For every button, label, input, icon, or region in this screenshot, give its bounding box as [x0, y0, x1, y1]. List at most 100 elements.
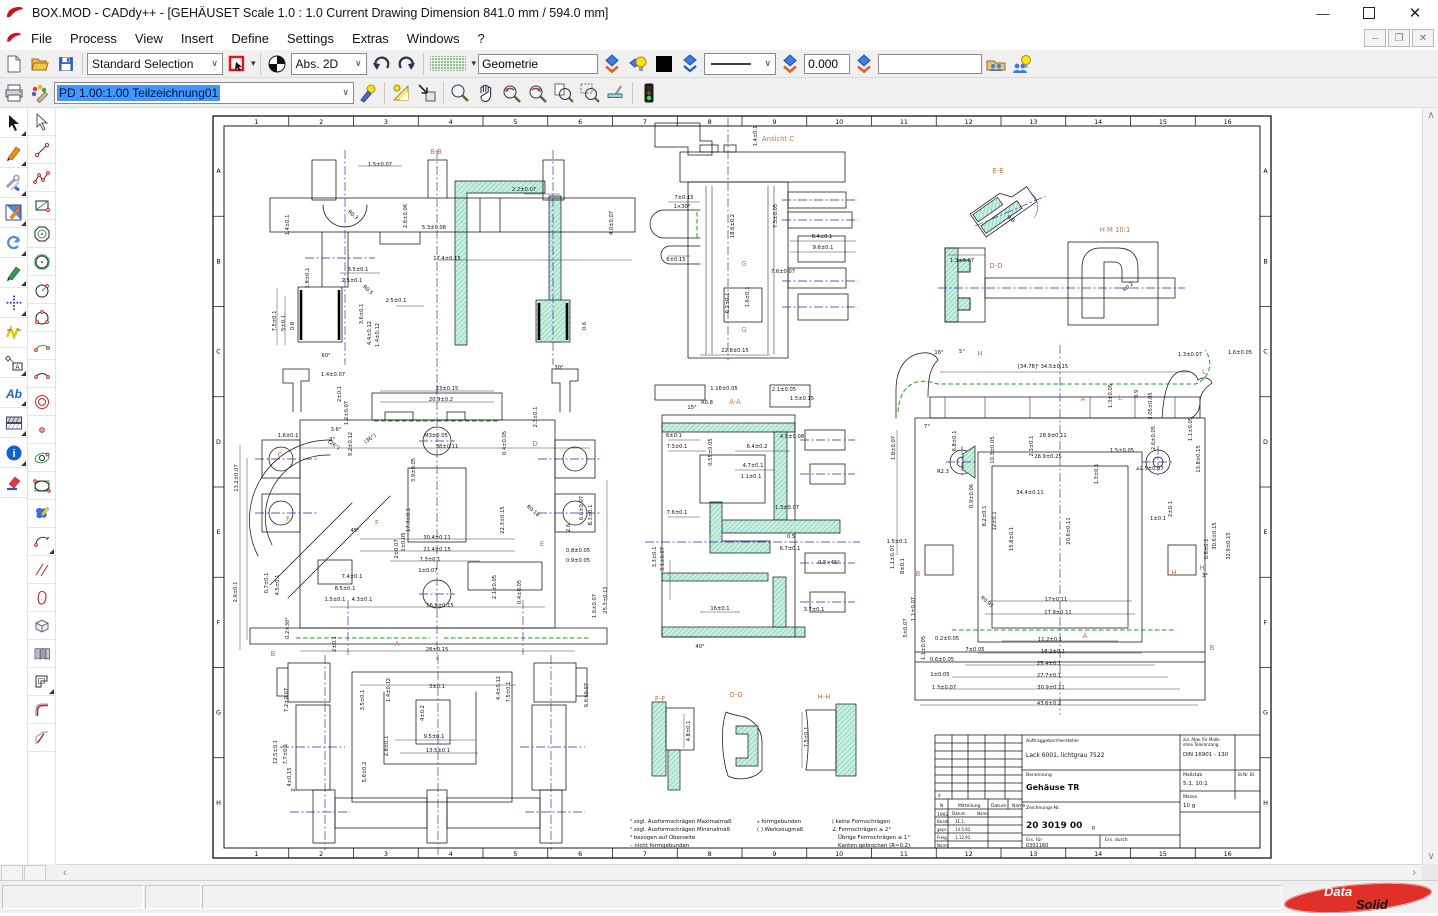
zoom-window-button[interactable] [578, 81, 602, 105]
pen-light-button[interactable] [356, 81, 380, 105]
new-document-button[interactable] [2, 52, 26, 76]
open-button[interactable] [28, 52, 52, 76]
scroll-right-arrow[interactable]: › [1412, 867, 1422, 879]
horizontal-scrollbar[interactable]: ‹› [57, 864, 1422, 881]
point-tool-button[interactable] [28, 416, 55, 444]
slot-tool-button[interactable] [28, 584, 55, 612]
geometry-input[interactable] [478, 54, 598, 74]
drawing-select-combobox[interactable]: PD 1.00:1.00 Teilzeichnung01∨ [54, 82, 354, 104]
arc-tangent-button[interactable] [28, 528, 55, 556]
scroll-left-arrow[interactable]: ‹ [57, 867, 67, 879]
redraw-button[interactable] [604, 81, 628, 105]
zoom-next-button[interactable] [526, 81, 550, 105]
pan-button[interactable] [474, 81, 498, 105]
arc-button[interactable] [28, 360, 55, 388]
zoom-page-button[interactable] [552, 81, 576, 105]
tools-button[interactable] [0, 168, 27, 198]
zoom-previous-button[interactable] [500, 81, 524, 105]
mdi-restore-button[interactable]: ❐ [1388, 29, 1410, 47]
circle-points-button[interactable] [28, 304, 55, 332]
maximize-button[interactable] [1346, 0, 1392, 26]
polyline-tool-button[interactable] [28, 164, 55, 192]
hatch-tool-button[interactable] [0, 408, 27, 438]
mdi-close-button[interactable]: ✕ [1412, 29, 1434, 47]
origin-button[interactable] [265, 52, 289, 76]
import-button[interactable] [415, 81, 439, 105]
close-button[interactable]: ✕ [1392, 0, 1438, 26]
line-tool-button[interactable] [28, 136, 55, 164]
info-button[interactable]: i [0, 438, 27, 468]
palette-button[interactable] [28, 81, 52, 105]
minimize-button[interactable]: — [1300, 0, 1346, 26]
red-frame-caret[interactable]: ▾ [251, 58, 256, 69]
dimension-label: 6.4±0.2 [747, 444, 768, 450]
menu-view[interactable]: View [126, 31, 172, 46]
traffic-light-button[interactable] [637, 81, 661, 105]
save-button[interactable] [54, 52, 78, 76]
ring-tool-button[interactable] [28, 388, 55, 416]
zoom-button[interactable] [448, 81, 472, 105]
diamond-swap-button-1[interactable] [600, 52, 624, 76]
pick-tool-button[interactable] [28, 108, 55, 136]
menu-windows[interactable]: Windows [398, 31, 469, 46]
black-color-swatch[interactable] [652, 52, 676, 76]
red-frame-select-button[interactable] [225, 52, 249, 76]
grid-points-caret[interactable]: ▾ [472, 58, 477, 69]
fillet-button[interactable] [28, 696, 55, 724]
undo-button[interactable] [369, 52, 393, 76]
label-tool-button[interactable]: A [0, 348, 27, 378]
drawing-sheet[interactable]: 1.5±0.072.2±0.072.6±0.065.3±0.0817.4±0.1… [57, 108, 1422, 864]
highlight-button[interactable] [0, 318, 27, 348]
redo-button[interactable] [395, 52, 419, 76]
polygon-circumscribed-button[interactable] [28, 220, 55, 248]
linestyle-dropdown[interactable]: ∨ [704, 53, 776, 75]
surfaces-button[interactable] [28, 640, 55, 668]
text-tool-button[interactable]: Ab [0, 378, 27, 408]
ellipse-tool-button[interactable] [28, 444, 55, 472]
view-label: A-A [729, 398, 741, 406]
menu-help[interactable]: ? [469, 31, 494, 46]
menu-define[interactable]: Define [222, 31, 278, 46]
ellipse-rect-button[interactable] [28, 472, 55, 500]
bulb-layer-button[interactable] [626, 52, 650, 76]
scroll-down-arrow[interactable]: ∨ [1427, 851, 1434, 864]
mdi-minimize-button[interactable]: – [1364, 29, 1386, 47]
diamond-swap-button-3[interactable] [852, 52, 876, 76]
scroll-up-arrow[interactable]: ∧ [1427, 108, 1434, 121]
menu-file[interactable]: File [22, 31, 61, 46]
draw-tool-button[interactable] [0, 138, 27, 168]
aux-input[interactable] [878, 54, 982, 74]
box-3d-button[interactable] [28, 612, 55, 640]
menu-insert[interactable]: Insert [172, 31, 223, 46]
coord-mode-dropdown[interactable]: Abs. 2D∨ [291, 53, 367, 75]
erase-button[interactable] [0, 468, 27, 498]
drawing-canvas[interactable]: 1.5±0.072.2±0.072.6±0.065.3±0.0817.4±0.1… [57, 108, 1422, 864]
layer-diamonds-button[interactable] [678, 52, 702, 76]
setsquare-button[interactable] [389, 81, 413, 105]
grid-points-button[interactable] [428, 52, 470, 76]
freehand-button[interactable] [28, 500, 55, 528]
snap-grid-button[interactable] [0, 288, 27, 318]
contour-offset-button[interactable] [28, 668, 55, 696]
dimension-label: 17.3±0.1 [406, 508, 412, 532]
diamond-swap-button-2[interactable] [778, 52, 802, 76]
select-tool-button[interactable] [0, 108, 27, 138]
print-button[interactable] [2, 81, 26, 105]
menu-process[interactable]: Process [61, 31, 126, 46]
arc-3point-button[interactable] [28, 332, 55, 360]
menu-settings[interactable]: Settings [278, 31, 343, 46]
value-input[interactable] [804, 54, 850, 74]
polygon-inscribed-button[interactable] [28, 248, 55, 276]
annotate-button[interactable] [0, 258, 27, 288]
selection-mode-dropdown[interactable]: Standard Selection∨ [87, 53, 223, 75]
vertical-scrollbar[interactable]: ∧∨ [1422, 108, 1438, 864]
menu-extras[interactable]: Extras [343, 31, 398, 46]
chamfer-button[interactable] [28, 724, 55, 752]
sketch-pane-button[interactable] [0, 198, 27, 228]
circle-radius-button[interactable] [28, 276, 55, 304]
parallel-lines-button[interactable] [28, 556, 55, 584]
transform-button[interactable] [0, 228, 27, 258]
bulb-users-button[interactable] [1010, 52, 1034, 76]
group-users-button[interactable] [984, 52, 1008, 76]
rectangle-tool-button[interactable] [28, 192, 55, 220]
